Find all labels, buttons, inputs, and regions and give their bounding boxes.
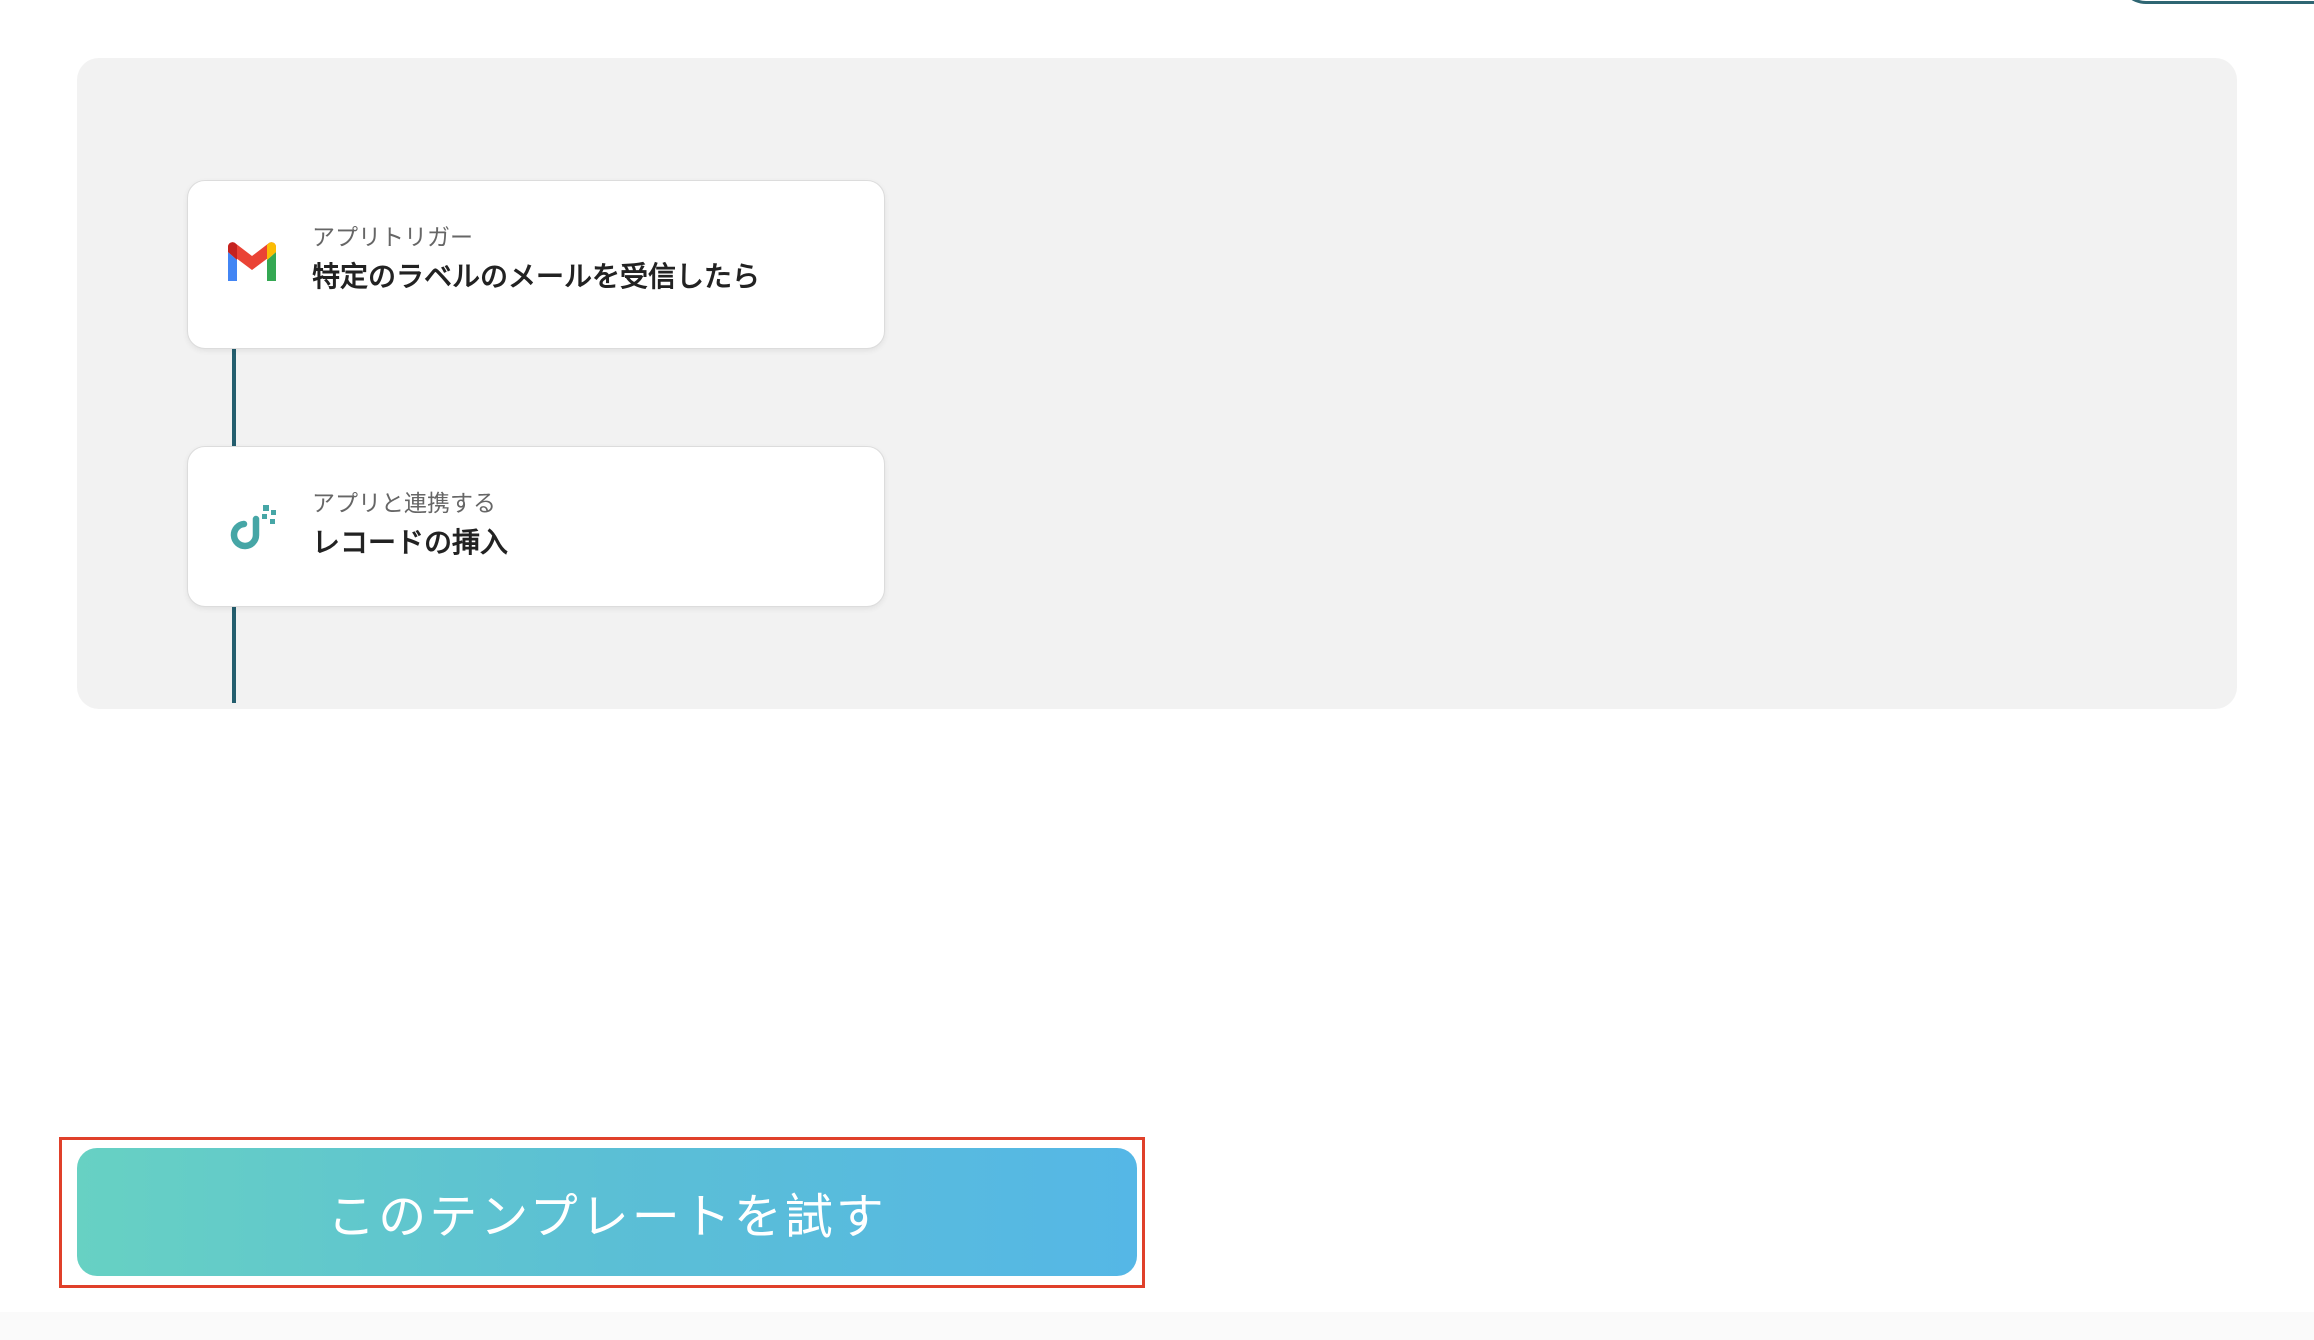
- step-title: レコードの挿入: [312, 526, 509, 559]
- step-text: アプリトリガー 特定のラベルのメールを受信したら: [312, 223, 760, 297]
- step-kind-label: アプリトリガー: [312, 225, 473, 251]
- flow-connector: [232, 606, 236, 703]
- flow-preview-panel: アプリトリガー 特定のラベルのメールを受信したら アプリと連携する レコードの挿…: [77, 58, 2237, 709]
- step-kind-label: アプリと連携する: [312, 491, 496, 517]
- flow-step-trigger[interactable]: アプリトリガー 特定のラベルのメールを受信したら: [187, 180, 885, 349]
- page-bottom-strip: [0, 1312, 2314, 1340]
- top-right-button-edge[interactable]: [2118, 0, 2314, 4]
- gmail-icon: [222, 233, 282, 293]
- step-text: アプリと連携する レコードの挿入: [312, 489, 508, 563]
- step-title: 特定のラベルのメールを受信したら: [312, 260, 761, 293]
- database-app-icon: [222, 497, 282, 557]
- flow-step-action[interactable]: アプリと連携する レコードの挿入: [187, 446, 885, 607]
- try-template-button[interactable]: このテンプレートを試す: [77, 1148, 1137, 1276]
- flow-connector: [232, 348, 236, 448]
